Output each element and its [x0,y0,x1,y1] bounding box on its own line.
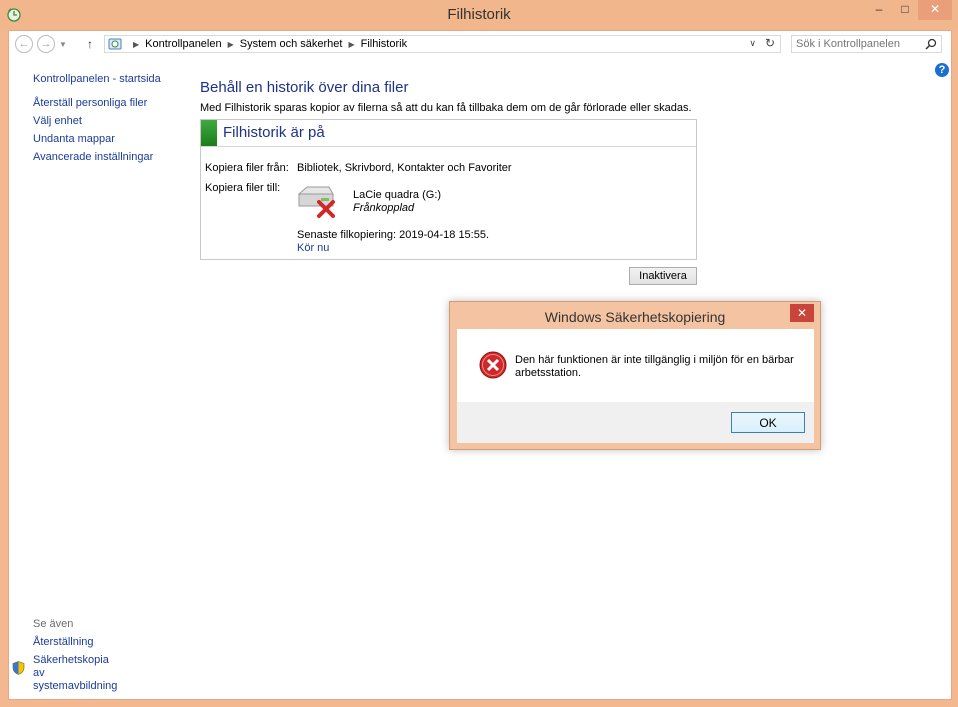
sidebar-item-select-drive[interactable]: Välj enhet [33,115,161,127]
status-title: Filhistorik är på [223,124,325,141]
drive-status: Frånkopplad [353,202,415,214]
breadcrumb-filhistorik[interactable]: Filhistorik [361,38,407,50]
sidebar-item-home[interactable]: Kontrollpanelen - startsida [33,73,161,85]
drive-icon [297,186,335,218]
page-title: Behåll en historik över dina filer [200,79,409,96]
error-dialog: Windows Säkerhetskopiering ✕ Den här fun… [449,301,821,450]
dialog-body: Den här funktionen är inte tillgänglig i… [457,329,814,443]
deactivate-button[interactable]: Inaktivera [629,267,697,285]
run-now-link[interactable]: Kör nu [297,242,329,254]
forward-icon[interactable]: → [37,35,55,53]
see-also-section: Se även Återställning Säkerhetskopia av … [12,618,123,693]
chevron-right-icon[interactable]: ▶ [228,40,234,49]
copy-from-label: Kopiera filer från: [205,162,289,174]
drive-name: LaCie quadra (G:) [353,189,442,201]
minimize-button[interactable]: – [866,0,892,20]
address-bar[interactable]: ▶ Kontrollpanelen ▶ System och säkerhet ▶ Fil… [104,35,781,53]
recent-locations-chevron-icon[interactable]: ▼ [58,37,68,55]
up-arrow-icon[interactable]: ↑ [83,36,97,54]
dialog-message: Den här funktionen är inte tillgänglig i… [515,354,794,379]
chevron-right-icon[interactable]: ▶ [348,40,354,49]
control-panel-icon [108,38,122,50]
breadcrumb-system-och-sakerhet[interactable]: System och säkerhet [240,38,343,50]
error-icon [479,351,507,379]
help-icon[interactable]: ? [935,63,949,77]
close-icon[interactable]: ✕ [790,304,814,322]
status-header: Filhistorik är på [201,120,696,147]
search-icon[interactable] [924,37,938,51]
close-button[interactable]: ✕ [918,0,952,20]
see-also-title: Se även [33,618,74,630]
sidebar-item-restore-files[interactable]: Återställ personliga filer [33,97,161,109]
shield-icon [12,661,25,675]
dialog-footer: OK [457,402,814,443]
copy-from-value: Bibliotek, Skrivbord, Kontakter och Favo… [297,162,512,174]
maximize-button[interactable]: □ [892,0,918,20]
sidebar-item-exclude-folders[interactable]: Undanta mappar [33,133,161,145]
breadcrumb: ▶ Kontrollpanelen ▶ System och säkerhet ▶ Fil… [127,38,407,50]
page-description: Med Filhistorik sparas kopior av filerna… [200,102,692,114]
refresh-icon[interactable]: ↻ [765,36,775,50]
sidebar-item-advanced-settings[interactable]: Avancerade inställningar [33,151,161,163]
chevron-right-icon: ▶ [133,40,140,49]
copy-to-label: Kopiera filer till: [205,182,281,194]
see-also-recovery-link[interactable]: Återställning [33,636,123,648]
breadcrumb-kontrollpanelen[interactable]: Kontrollpanelen [145,38,221,50]
status-indicator [201,120,217,146]
back-icon[interactable]: ← [15,35,33,53]
last-copy-text: Senaste filkopiering: 2019-04-18 15:55. [297,229,490,241]
window-title: Filhistorik [447,6,511,23]
see-also-system-image-link[interactable]: Säkerhetskopia av systemavbildning [33,654,123,693]
search-input[interactable] [796,36,916,52]
dialog-title: Windows Säkerhetskopiering [544,309,726,325]
sidebar: Kontrollpanelen - startsida Återställ pe… [33,73,161,169]
navigation-bar: ← → ▼ ↑ ▶ Kontrollpanelen ▶ System och säke… [9,31,951,57]
address-dropdown-icon[interactable]: ∨ [749,38,756,49]
search-box[interactable] [791,35,942,53]
ok-button[interactable]: OK [731,412,805,433]
title-bar[interactable]: Filhistorik – □ ✕ [0,0,958,30]
status-panel: Filhistorik är på Kopiera filer från: Bi… [200,119,697,260]
